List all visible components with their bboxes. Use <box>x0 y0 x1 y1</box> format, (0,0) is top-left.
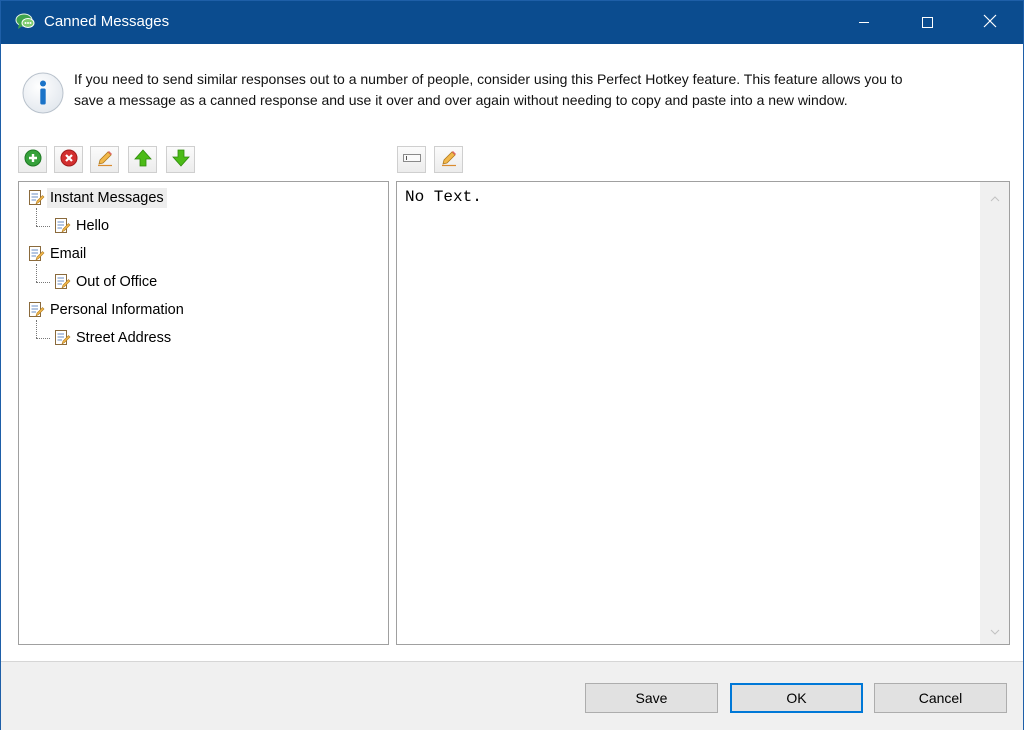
edit-icon <box>440 149 458 170</box>
chat-bubble-icon <box>15 13 35 31</box>
rename-icon <box>402 151 422 168</box>
tree-item-hello[interactable]: Hello <box>53 214 112 238</box>
note-icon <box>55 330 71 345</box>
move-up-icon <box>133 149 152 170</box>
info-description: If you need to send similar responses ou… <box>74 69 1004 111</box>
window-title: Canned Messages <box>44 13 170 30</box>
edit-text-button[interactable] <box>434 146 463 173</box>
close-icon <box>983 14 997 31</box>
message-tree[interactable]: Instant Messages Hello Email Out of Offi… <box>18 181 389 645</box>
add-icon <box>24 149 42 170</box>
note-icon <box>29 190 45 205</box>
info-line-1: If you need to send similar responses ou… <box>74 71 903 87</box>
tree-connector <box>36 282 50 283</box>
close-button[interactable] <box>967 1 1013 44</box>
title-bar[interactable]: Canned Messages <box>1 1 1023 44</box>
note-icon <box>29 302 45 317</box>
tree-item-label: Hello <box>76 218 110 234</box>
tree-connector <box>36 338 50 339</box>
ok-button[interactable]: OK <box>730 683 863 713</box>
chevron-up-icon <box>990 189 1000 205</box>
tree-connector <box>36 320 37 338</box>
tree-item-instant-messages[interactable]: Instant Messages <box>27 186 167 210</box>
add-message-button[interactable] <box>18 146 47 173</box>
tree-item-email[interactable]: Email <box>27 242 89 266</box>
tree-item-label: Out of Office <box>76 274 158 290</box>
message-text-area[interactable]: No Text. <box>396 181 1010 645</box>
tree-connector <box>36 208 37 226</box>
note-icon <box>55 274 71 289</box>
maximize-icon <box>921 15 933 31</box>
delete-icon <box>60 149 78 170</box>
tree-item-label: Email <box>50 246 87 262</box>
minimize-button[interactable] <box>841 1 887 44</box>
scroll-down-button[interactable] <box>980 615 1009 644</box>
rename-button[interactable] <box>397 146 426 173</box>
tree-item-label: Street Address <box>76 330 172 346</box>
tree-item-label: Personal Information <box>50 302 184 318</box>
tree-item-personal-information[interactable]: Personal Information <box>27 298 187 322</box>
scroll-up-button[interactable] <box>980 182 1009 211</box>
note-icon <box>55 218 71 233</box>
canned-messages-window: Canned Messages If you need to send simi… <box>0 0 1024 730</box>
delete-message-button[interactable] <box>54 146 83 173</box>
dialog-footer <box>1 661 1023 730</box>
move-down-icon <box>171 149 190 170</box>
tree-connector <box>36 264 37 282</box>
edit-icon <box>96 149 114 170</box>
chevron-down-icon <box>990 622 1000 638</box>
tree-item-out-of-office[interactable]: Out of Office <box>53 270 160 294</box>
info-icon <box>21 71 65 115</box>
message-text: No Text. <box>405 188 482 206</box>
edit-message-button[interactable] <box>90 146 119 173</box>
tree-item-label: Instant Messages <box>47 188 167 208</box>
minimize-icon <box>858 15 870 31</box>
note-icon <box>29 246 45 261</box>
save-button[interactable]: Save <box>585 683 718 713</box>
vertical-scrollbar[interactable] <box>980 182 1009 644</box>
maximize-button[interactable] <box>904 1 950 44</box>
move-up-button[interactable] <box>128 146 157 173</box>
move-down-button[interactable] <box>166 146 195 173</box>
tree-connector <box>36 226 50 227</box>
tree-item-street-address[interactable]: Street Address <box>53 326 174 350</box>
cancel-button[interactable]: Cancel <box>874 683 1007 713</box>
info-line-2: save a message as a canned response and … <box>74 92 848 108</box>
